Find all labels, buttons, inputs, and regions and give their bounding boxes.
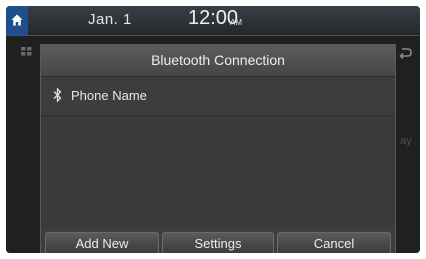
apps-grid-icon[interactable]	[21, 47, 32, 56]
ampm-indicator: AM	[230, 18, 242, 27]
bluetooth-connection-dialog: Bluetooth Connection Phone Name Add New …	[40, 44, 396, 253]
back-arrow-icon[interactable]	[398, 47, 412, 59]
background-ghost-text: ay	[400, 135, 412, 147]
bluetooth-icon	[53, 88, 62, 102]
date-display: Jan. 1	[88, 11, 132, 28]
settings-button[interactable]: Settings	[162, 232, 274, 253]
home-icon	[11, 14, 23, 26]
add-new-button[interactable]: Add New	[45, 232, 159, 253]
device-name: Phone Name	[71, 88, 147, 103]
status-bar: Jan. 1 12:00 AM	[6, 6, 420, 36]
dialog-title: Bluetooth Connection	[41, 45, 395, 77]
paired-device-row[interactable]: Phone Name	[41, 77, 395, 116]
head-unit-screen: Jan. 1 12:00 AM ay Bluetooth Connection …	[6, 6, 420, 253]
device-list-area	[41, 116, 395, 227]
home-button[interactable]	[6, 6, 28, 35]
cancel-button[interactable]: Cancel	[277, 232, 391, 253]
